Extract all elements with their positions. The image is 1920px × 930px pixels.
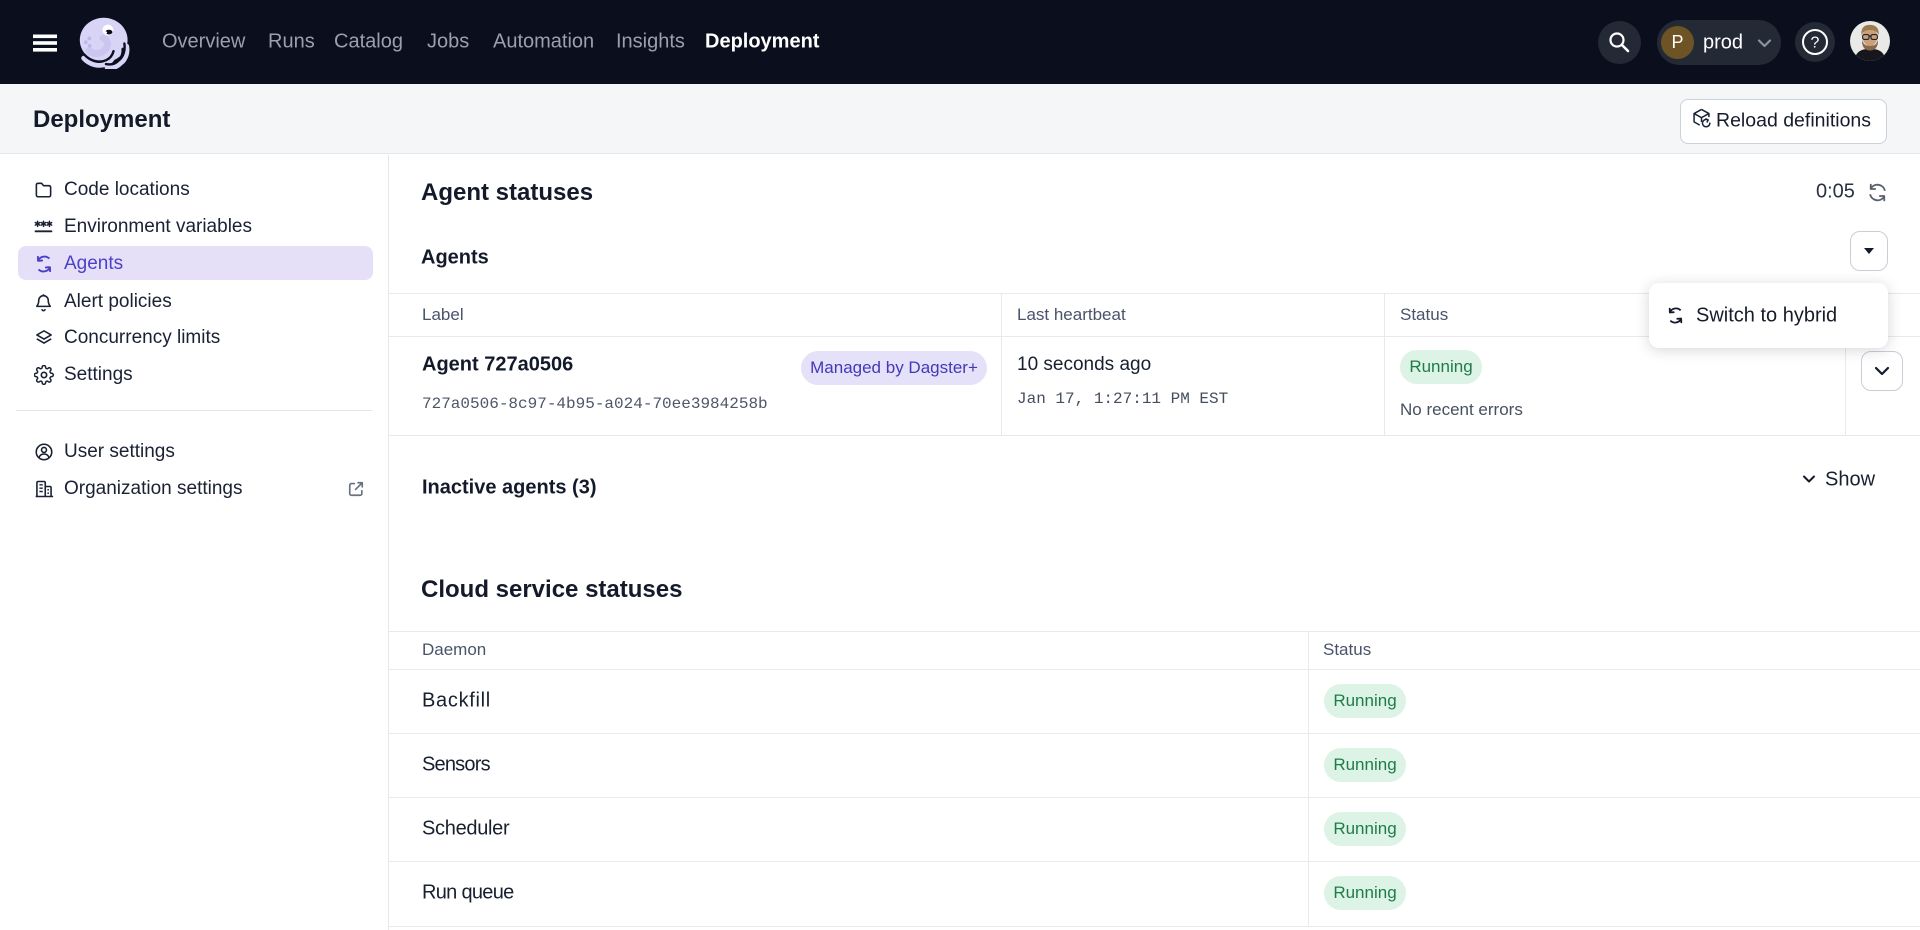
svg-text:?: ?: [1811, 35, 1820, 52]
